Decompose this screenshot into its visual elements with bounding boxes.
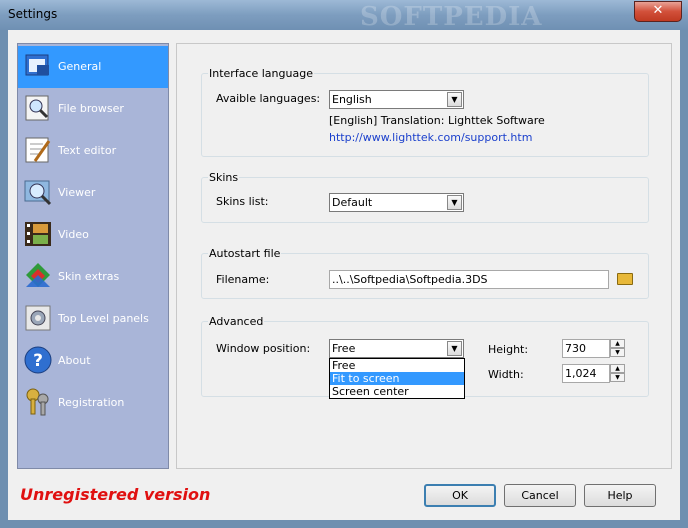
language-select[interactable]: English ▼	[329, 90, 464, 109]
video-icon	[23, 219, 53, 249]
sidebar-item-file-browser[interactable]: File browser	[18, 88, 168, 130]
skin-extras-icon	[23, 261, 53, 291]
spin-up-icon[interactable]: ▲	[610, 339, 625, 348]
dialog-client: General File browser Text editor Viewer	[8, 30, 680, 520]
registration-status: Unregistered version	[20, 485, 211, 504]
language-value: English	[332, 93, 372, 106]
autostart-group: Autostart file Filename: ..\..\Softpedia…	[201, 247, 649, 299]
sidebar-item-label: Video	[58, 228, 89, 241]
file-browser-icon	[23, 93, 53, 123]
group-title: Advanced	[208, 315, 265, 328]
close-button[interactable]: ✕	[634, 1, 682, 22]
sidebar-item-label: File browser	[58, 102, 124, 115]
skins-group: Skins Skins list: Default ▼	[201, 171, 649, 223]
width-label: Width:	[488, 368, 524, 381]
softpedia-watermark: SOFTPEDIA	[360, 2, 543, 32]
filename-label: Filename:	[216, 273, 270, 286]
top-level-panels-icon	[23, 303, 53, 333]
dropdown-option-free[interactable]: Free	[330, 359, 464, 372]
close-icon: ✕	[652, 3, 664, 18]
about-icon: ?	[23, 345, 53, 375]
window-title: Settings	[8, 7, 58, 21]
skins-select[interactable]: Default ▼	[329, 193, 464, 212]
window-position-value: Free	[332, 342, 356, 355]
sidebar-item-about[interactable]: ? About	[18, 340, 168, 382]
window-position-select[interactable]: Free ▼	[329, 339, 464, 358]
dropdown-option-fit-to-screen[interactable]: Fit to screen	[330, 372, 464, 385]
spin-down-icon[interactable]: ▼	[610, 373, 625, 382]
height-input[interactable]: 730	[562, 339, 610, 358]
height-stepper[interactable]: ▲ ▼	[610, 339, 625, 358]
group-title: Autostart file	[208, 247, 282, 260]
settings-panel: Interface language Avaible languages: En…	[176, 43, 672, 469]
sidebar-item-text-editor[interactable]: Text editor	[18, 130, 168, 172]
viewer-icon	[23, 177, 53, 207]
interface-language-group: Interface language Avaible languages: En…	[201, 67, 649, 157]
help-button[interactable]: Help	[584, 484, 656, 507]
dropdown-option-screen-center[interactable]: Screen center	[330, 385, 464, 398]
width-input[interactable]: 1,024	[562, 364, 610, 383]
translation-info: [English] Translation: Lighttek Software	[329, 114, 545, 127]
advanced-group: Advanced Window position: Free ▼ Free Fi…	[201, 315, 649, 399]
filename-input[interactable]: ..\..\Softpedia\Softpedia.3DS	[329, 270, 609, 289]
title-bar[interactable]: Settings SOFTPEDIA ✕	[0, 0, 688, 32]
sidebar-item-label: General	[58, 60, 102, 73]
window-position-dropdown: Free Fit to screen Screen center	[329, 358, 465, 399]
width-stepper[interactable]: ▲ ▼	[610, 364, 625, 383]
settings-window: Settings SOFTPEDIA ✕ General File browse…	[0, 0, 688, 528]
sidebar-item-skin-extras[interactable]: Skin extras	[18, 256, 168, 298]
sidebar-item-viewer[interactable]: Viewer	[18, 172, 168, 214]
cancel-button[interactable]: Cancel	[504, 484, 576, 507]
sidebar-item-label: Registration	[58, 396, 125, 409]
sidebar-item-top-level-panels[interactable]: Top Level panels	[18, 298, 168, 340]
sidebar-item-label: Skin extras	[58, 270, 120, 283]
group-title: Skins	[208, 171, 240, 184]
window-position-label: Window position:	[216, 342, 311, 355]
sidebar-item-label: Text editor	[58, 144, 117, 157]
spin-up-icon[interactable]: ▲	[610, 364, 625, 373]
sidebar-item-label: Top Level panels	[58, 312, 149, 325]
languages-label: Avaible languages:	[216, 92, 321, 105]
sidebar-item-registration[interactable]: Registration	[18, 382, 168, 424]
chevron-down-icon[interactable]: ▼	[447, 195, 462, 210]
spin-down-icon[interactable]: ▼	[610, 348, 625, 357]
skins-list-label: Skins list:	[216, 195, 269, 208]
chevron-down-icon[interactable]: ▼	[447, 92, 462, 107]
ok-button[interactable]: OK	[424, 484, 496, 507]
svg-text:?: ?	[33, 351, 43, 371]
support-link[interactable]: http://www.lighttek.com/support.htm	[329, 131, 532, 144]
height-label: Height:	[488, 343, 529, 356]
sidebar-item-label: Viewer	[58, 186, 96, 199]
general-icon	[23, 51, 53, 81]
sidebar-item-video[interactable]: Video	[18, 214, 168, 256]
group-title: Interface language	[208, 67, 314, 80]
open-folder-icon[interactable]	[617, 273, 633, 285]
skins-value: Default	[332, 196, 373, 209]
chevron-down-icon[interactable]: ▼	[447, 341, 462, 356]
registration-icon	[23, 387, 53, 417]
settings-sidebar: General File browser Text editor Viewer	[17, 43, 169, 469]
text-editor-icon	[23, 135, 53, 165]
sidebar-item-general[interactable]: General	[18, 46, 168, 88]
sidebar-item-label: About	[58, 354, 91, 367]
